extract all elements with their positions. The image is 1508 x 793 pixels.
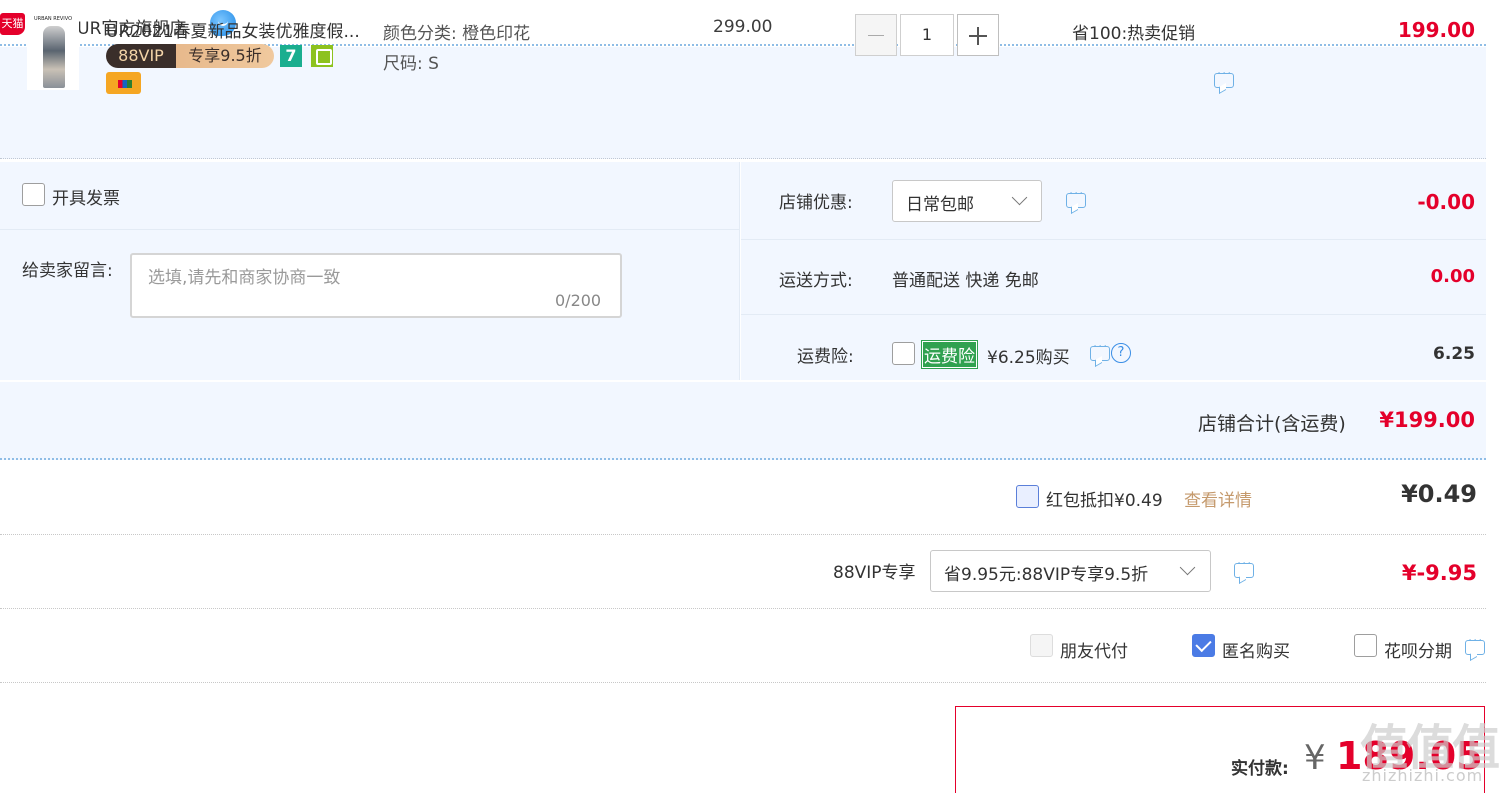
- credit-card-icon: [106, 72, 141, 94]
- insurance-price: ¥6.25购买: [987, 348, 1070, 368]
- insurance-checkbox[interactable]: [892, 342, 915, 365]
- invoice-checkbox[interactable]: [22, 183, 45, 206]
- shop-total-value: ¥199.00: [1379, 408, 1475, 432]
- anonymous-label: 匿名购买: [1222, 642, 1290, 662]
- vip-badge-right: 专享9.5折: [176, 44, 274, 68]
- red-packet-row: [0, 462, 1486, 535]
- help-icon[interactable]: ?: [1111, 343, 1131, 363]
- insurance-label: 运费险:: [797, 347, 854, 367]
- vip-chat-icon[interactable]: [1234, 557, 1254, 578]
- tmall-badge: 天猫: [0, 13, 25, 35]
- quantity-input[interactable]: 1: [900, 14, 954, 56]
- shop-total-label: 店铺合计(含运费): [1198, 413, 1346, 435]
- vip-discount-selected: 省9.95元:88VIP专享9.5折: [944, 565, 1149, 585]
- insurance-value: 6.25: [1433, 344, 1475, 364]
- red-packet-value: ¥0.49: [1401, 480, 1477, 508]
- watermark-text: zhizhizhi.com: [1362, 766, 1484, 785]
- original-price: 299.00: [713, 17, 773, 37]
- vip-discount-label: 88VIP专享: [833, 563, 916, 583]
- payment-currency: ¥: [1304, 738, 1326, 778]
- message-char-count: 0/200: [555, 291, 602, 310]
- friend-pay-label: 朋友代付: [1060, 642, 1128, 662]
- huabei-chat-icon[interactable]: [1465, 634, 1485, 655]
- promotion-chat-icon[interactable]: [1214, 67, 1234, 88]
- dress-image: [43, 26, 65, 88]
- watermark: 值值值 zhizhizhi.com: [1360, 706, 1500, 793]
- product-thumbnail[interactable]: URBAN REVIVO: [27, 14, 79, 90]
- shipping-value: 0.00: [1430, 266, 1475, 287]
- insurance-tag: 运费险: [921, 340, 978, 369]
- product-title-link[interactable]: UR2021春夏新品女装优雅度假...: [106, 17, 360, 42]
- shipping-row: [741, 240, 1486, 315]
- huabei-installment-checkbox[interactable]: [1354, 634, 1377, 657]
- quantity-decrease-button[interactable]: [855, 14, 897, 56]
- red-packet-label: 红包抵扣¥0.49: [1046, 491, 1163, 511]
- vip-discount-badge: 88VIP 专享9.5折: [106, 44, 274, 68]
- vip-badge-left: 88VIP: [106, 44, 176, 68]
- vip-discount-value: ¥-9.95: [1401, 561, 1477, 585]
- payment-label: 实付款:: [1231, 759, 1289, 779]
- seven-day-return-icon: 7: [280, 45, 302, 67]
- seller-message-label: 给卖家留言:: [22, 261, 113, 281]
- anonymous-checkbox[interactable]: [1192, 634, 1215, 657]
- shop-discount-selected: 日常包邮: [906, 195, 974, 215]
- invoice-label: 开具发票: [52, 189, 120, 209]
- red-packet-checkbox[interactable]: [1016, 485, 1039, 508]
- thumbnail-brand: URBAN REVIVO: [33, 16, 73, 22]
- sku-color: 颜色分类: 橙色印花: [383, 24, 531, 44]
- discount-chat-icon[interactable]: [1066, 187, 1086, 208]
- shop-discount-row: [741, 162, 1486, 240]
- quantity-increase-button[interactable]: [957, 14, 999, 56]
- insurance-chat-icon[interactable]: [1090, 340, 1110, 361]
- shipping-method: 普通配送 快递 免邮: [892, 271, 1039, 291]
- seller-message-placeholder: 选填,请先和商家协商一致: [148, 268, 341, 288]
- vip-discount-row: [0, 536, 1486, 609]
- huabei-installment-label: 花呗分期: [1384, 642, 1452, 662]
- shipping-label: 运送方式:: [779, 271, 853, 291]
- friend-pay-checkbox[interactable]: [1030, 634, 1053, 657]
- sku-size: 尺码: S: [383, 54, 439, 74]
- shop-discount-value: -0.00: [1417, 190, 1475, 214]
- red-packet-details-link[interactable]: 查看详情: [1184, 486, 1252, 511]
- promotion-text: 省100:热卖促销: [1072, 24, 1196, 44]
- item-price: 199.00: [1397, 18, 1475, 42]
- shop-discount-label: 店铺优惠:: [779, 193, 853, 213]
- guarantee-icon: [311, 45, 333, 67]
